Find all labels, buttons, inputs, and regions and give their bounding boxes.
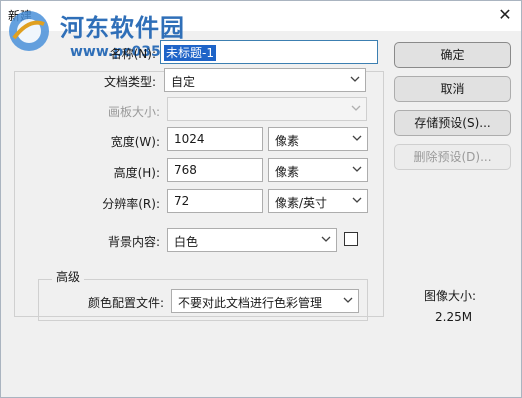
resolution-unit-value: 像素/英寸 [275, 196, 328, 210]
delete-preset-button: 删除预设(D)... [394, 144, 511, 170]
chevron-down-icon [352, 135, 362, 141]
background-label: 背景内容: [107, 235, 160, 249]
height-unit-value: 像素 [275, 165, 300, 179]
color-profile-select[interactable]: 不要对此文档进行色彩管理 [171, 289, 359, 313]
resolution-unit-select[interactable]: 像素/英寸 [268, 189, 368, 213]
height-value: 768 [174, 163, 197, 177]
chevron-down-icon [321, 236, 331, 242]
chevron-down-icon [351, 105, 361, 111]
document-type-select[interactable]: 自定 [164, 68, 366, 92]
watermark-site-name: 河东软件园 [60, 14, 185, 42]
image-size-value: 2.25M [435, 310, 473, 324]
width-unit-value: 像素 [275, 134, 300, 148]
advanced-title: 高级 [52, 268, 85, 285]
resolution-input[interactable]: 72 [167, 189, 263, 213]
document-type-value: 自定 [171, 75, 196, 89]
height-label: 高度(H): [113, 166, 160, 180]
cancel-button[interactable]: 取消 [394, 76, 511, 102]
ok-button[interactable]: 确定 [394, 42, 511, 68]
width-unit-select[interactable]: 像素 [268, 127, 368, 151]
width-input[interactable]: 1024 [167, 127, 263, 151]
document-type-label: 文档类型: [103, 75, 156, 89]
resolution-value: 72 [174, 194, 190, 208]
chevron-down-icon [343, 297, 353, 303]
background-select[interactable]: 白色 [167, 228, 337, 252]
width-value: 1024 [174, 132, 205, 146]
board-size-select [167, 97, 367, 121]
save-preset-button[interactable]: 存储预设(S)... [394, 110, 511, 136]
name-input[interactable]: 未标题-1 [160, 40, 378, 64]
resolution-label: 分辨率(R): [102, 197, 160, 211]
color-profile-label: 颜色配置文件: [87, 296, 164, 310]
close-icon[interactable]: ✕ [494, 4, 516, 26]
image-size-label: 图像大小: [424, 289, 477, 303]
chevron-down-icon [352, 166, 362, 172]
height-unit-select[interactable]: 像素 [268, 158, 368, 182]
height-input[interactable]: 768 [167, 158, 263, 182]
logo-icon [9, 11, 49, 51]
chevron-down-icon [352, 197, 362, 203]
width-label: 宽度(W): [110, 135, 160, 149]
name-value: 未标题-1 [164, 45, 216, 61]
background-value: 白色 [174, 235, 199, 249]
board-size-label: 画板大小: [107, 105, 160, 119]
color-profile-value: 不要对此文档进行色彩管理 [178, 296, 323, 310]
chevron-down-icon [350, 76, 360, 82]
background-color-swatch[interactable] [344, 232, 358, 246]
name-label: 名称(N): [109, 47, 156, 61]
